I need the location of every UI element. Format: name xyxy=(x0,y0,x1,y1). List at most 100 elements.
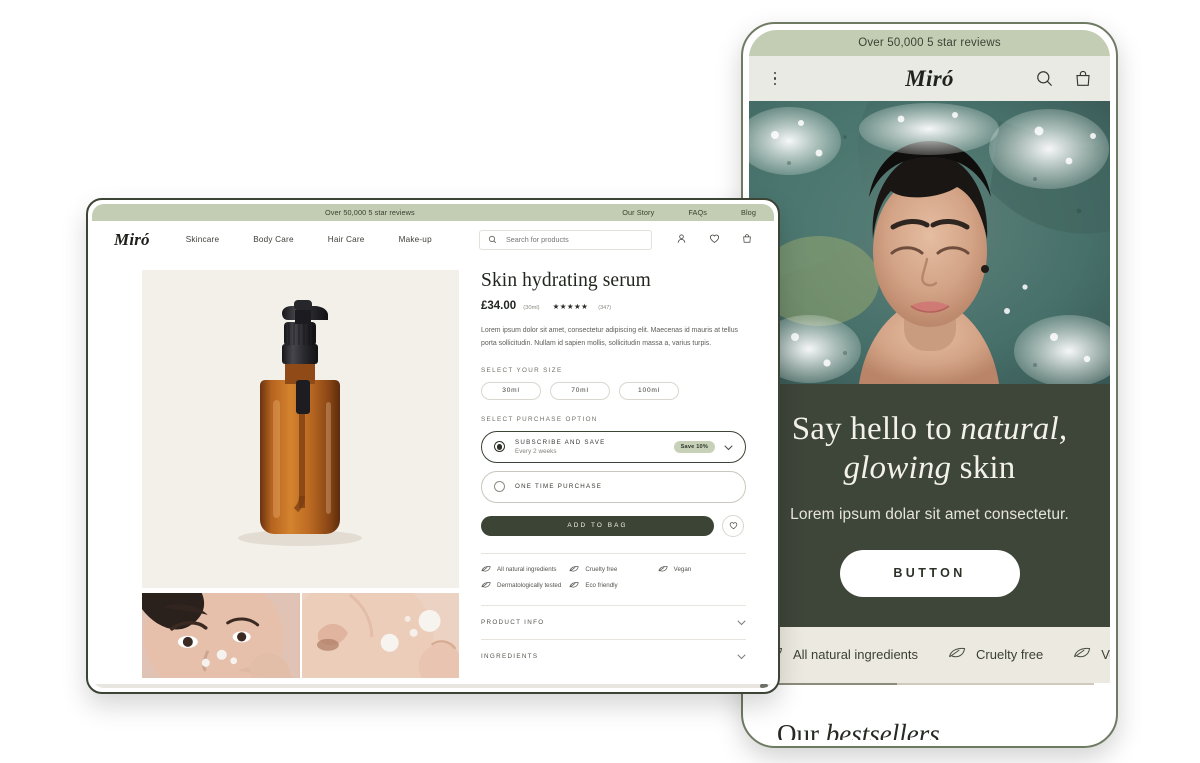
feature-carousel-progress[interactable] xyxy=(765,682,1094,685)
laptop-announcement-text: Over 50,000 5 star reviews xyxy=(325,208,415,217)
laptop-top-links: Our Story FAQs Blog xyxy=(622,208,756,217)
chevron-down-icon[interactable] xyxy=(724,438,733,456)
tablet-announcement-text: Over 50,000 5 star reviews xyxy=(858,37,1001,49)
search-icon[interactable] xyxy=(1035,69,1054,88)
feature-item: Cruelty free xyxy=(569,565,657,575)
feature-label: All natural ingredients xyxy=(793,647,919,663)
feature-label: Eco friendly xyxy=(585,582,618,590)
product-main-image[interactable] xyxy=(142,270,459,588)
tablet-hero-headline: Say hello to natural, glowing skin xyxy=(749,410,1110,488)
leaf-icon xyxy=(948,646,966,663)
accordion-title: PRODUCT INFO xyxy=(481,618,545,626)
laptop-header-icons xyxy=(676,231,752,249)
leaf-icon xyxy=(658,565,668,575)
search-input[interactable] xyxy=(504,234,643,245)
laptop-brand-logo: Miró xyxy=(114,229,150,249)
radio-button-subscribe[interactable] xyxy=(494,441,505,453)
product-price: £34.00 xyxy=(481,300,517,312)
search-icon xyxy=(488,231,497,249)
user-account-icon[interactable] xyxy=(676,231,687,249)
feature-label: Cruelty free xyxy=(976,647,1044,663)
nav-item-skincare[interactable]: Skincare xyxy=(186,235,219,244)
tablet-device-mockup: Over 50,000 5 star reviews Miró Say hell… xyxy=(741,22,1118,748)
headline-part-1: Say hello to xyxy=(791,411,961,447)
product-price-row: £34.00 (30ml) ★★★★★ (347) xyxy=(481,300,746,312)
leaf-icon xyxy=(1073,646,1091,663)
kebab-menu-icon[interactable] xyxy=(767,71,783,86)
tablet-hero-overlay: Say hello to natural, glowing skin Lorem… xyxy=(749,384,1110,627)
product-photo-amber-pump-bottle xyxy=(142,270,459,588)
divider xyxy=(481,552,746,554)
purchase-option-subscribe[interactable]: SUBSCRIBE AND SAVE Every 2 weeks Save 10… xyxy=(481,430,746,463)
feature-label: Dermatologically tested xyxy=(497,582,562,590)
feature-label: Vegan xyxy=(673,566,692,574)
bestsellers-prefix: Our xyxy=(777,718,826,740)
tablet-header-icons xyxy=(1035,69,1092,88)
tablet-hero-image xyxy=(749,101,1110,384)
add-to-bag-row: ADD TO BAG xyxy=(481,514,746,537)
leaf-icon xyxy=(481,565,491,575)
accordion-ingredients[interactable]: INGREDIENTS xyxy=(481,638,746,673)
headline-part-2: skin xyxy=(951,449,1016,486)
feature-item: Cruelty free xyxy=(948,646,1043,663)
radio-button-one-time[interactable] xyxy=(494,481,505,493)
purchase-option-one-time[interactable]: ONE TIME PURCHASE xyxy=(481,470,746,503)
feature-item: All natural ingredients xyxy=(481,565,569,575)
nav-item-hair-care[interactable]: Hair Care xyxy=(328,235,365,244)
chevron-down-icon[interactable] xyxy=(737,613,746,631)
shopping-bag-icon[interactable] xyxy=(742,231,752,249)
feature-item: Vegan xyxy=(1073,646,1110,663)
laptop-main-nav: Skincare Body Care Hair Care Make-up xyxy=(186,235,432,244)
size-option-100ml[interactable]: 100ml xyxy=(619,381,679,400)
feature-label: Vegan xyxy=(1101,647,1110,663)
subscribe-frequency: Every 2 weeks xyxy=(515,447,557,455)
shopping-bag-icon[interactable] xyxy=(1074,69,1092,88)
headline-emphasis-1: natural, xyxy=(960,411,1068,447)
headline-emphasis-2: glowing xyxy=(843,449,952,486)
product-thumbnails xyxy=(142,593,459,678)
add-to-bag-button[interactable]: ADD TO BAG xyxy=(481,515,714,536)
size-option-30ml[interactable]: 30ml xyxy=(481,381,541,400)
nav-item-body-care[interactable]: Body Care xyxy=(253,235,293,244)
product-review-count[interactable]: (347) xyxy=(598,305,611,311)
product-description: Lorem ipsum dolor sit amet, consectetur … xyxy=(481,327,738,348)
thumbnail-photo-face-cream-application-2 xyxy=(301,593,459,678)
product-thumbnail[interactable] xyxy=(142,593,300,678)
bestsellers-emphasis: bestsellers xyxy=(825,718,940,740)
hero-photo-bath-portrait xyxy=(749,101,1110,384)
tablet-header: Miró xyxy=(749,56,1110,101)
product-gallery xyxy=(142,270,459,678)
one-time-title: ONE TIME PURCHASE xyxy=(515,483,603,491)
tablet-hero-cta-button[interactable]: BUTTON xyxy=(839,549,1020,597)
scrollbar-thumb[interactable] xyxy=(760,684,768,688)
heart-icon[interactable] xyxy=(709,231,720,249)
search-box[interactable] xyxy=(479,229,652,250)
product-thumbnail[interactable] xyxy=(301,593,459,678)
laptop-announcement-bar: Over 50,000 5 star reviews Our Story FAQ… xyxy=(92,204,774,221)
nav-item-make-up[interactable]: Make-up xyxy=(399,235,432,244)
top-link-our-story[interactable]: Our Story xyxy=(622,208,654,217)
purchase-option-label: SELECT PURCHASE OPTION xyxy=(481,415,598,423)
subscribe-title: SUBSCRIBE AND SAVE xyxy=(515,438,606,446)
product-size-note: (30ml) xyxy=(523,305,540,311)
feature-item: All natural ingredients xyxy=(765,646,918,663)
top-link-faqs[interactable]: FAQs xyxy=(688,208,707,217)
horizontal-scrollbar[interactable] xyxy=(92,684,774,688)
feature-label: All natural ingredients xyxy=(497,566,557,574)
tablet-announcement-bar: Over 50,000 5 star reviews xyxy=(749,30,1110,56)
laptop-header: Miró Skincare Body Care Hair Care Make-u… xyxy=(92,221,774,258)
chevron-down-icon[interactable] xyxy=(737,647,746,665)
tablet-feature-strip: All natural ingredients Cruelty free V xyxy=(749,626,1110,683)
top-link-blog[interactable]: Blog xyxy=(741,208,756,217)
screenshot-stage: Over 50,000 5 star reviews Miró Say hell… xyxy=(0,0,1200,763)
size-option-70ml[interactable]: 70ml xyxy=(550,381,610,400)
subscribe-texts: SUBSCRIBE AND SAVE Every 2 weeks xyxy=(515,439,605,455)
product-info-panel: Skin hydrating serum £34.00 (30ml) ★★★★★… xyxy=(481,270,746,678)
accordion-product-info[interactable]: PRODUCT INFO xyxy=(481,604,746,639)
feature-item: Vegan xyxy=(658,565,746,575)
save-badge: Save 10% xyxy=(673,440,715,453)
leaf-icon xyxy=(569,565,579,575)
heart-icon[interactable] xyxy=(722,514,744,537)
thumbnail-photo-face-cream-application-1 xyxy=(142,593,300,678)
accordion-title: INGREDIENTS xyxy=(481,652,539,660)
